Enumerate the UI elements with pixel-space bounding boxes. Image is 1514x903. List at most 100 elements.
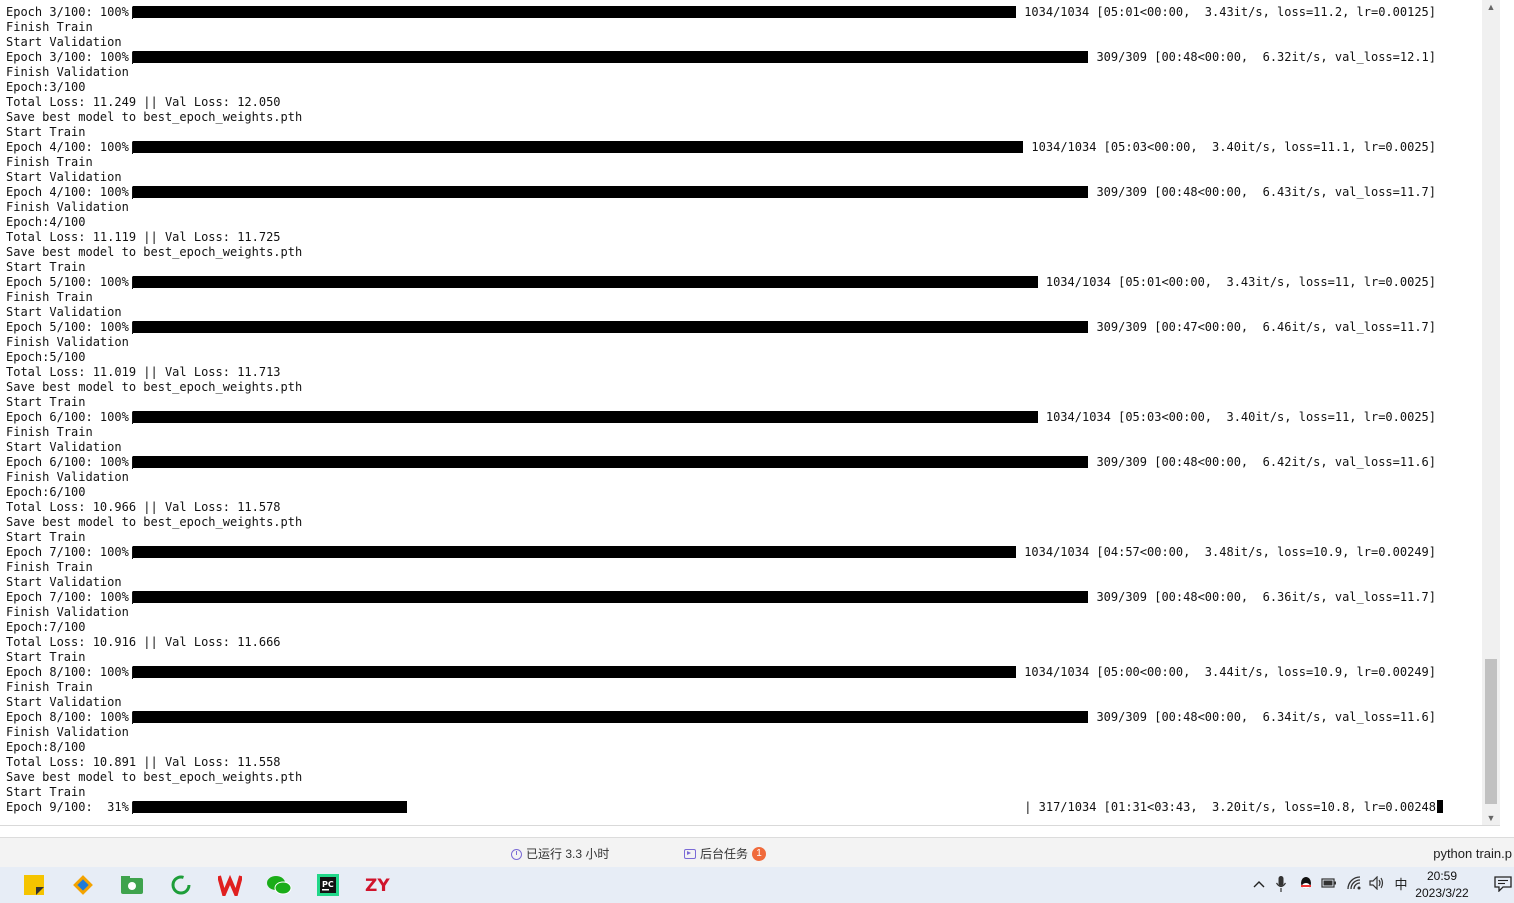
wechat-icon[interactable] (265, 871, 293, 899)
progress-stats-text: | 317/1034 [01:31<03:43, 3.20it/s, loss=… (1024, 800, 1436, 814)
progress-stats-text: 1034/1034 [05:03<00:00, 3.40it/s, loss=1… (1031, 140, 1436, 154)
log-line: Save best model to best_epoch_weights.pt… (6, 110, 303, 124)
scroll-up-arrow-icon[interactable]: ▲ (1482, 0, 1500, 14)
log-line: Start Validation (6, 170, 122, 184)
network-icon[interactable] (1346, 876, 1364, 894)
log-line: Epoch:4/100 (6, 215, 86, 229)
log-line: Finish Validation (6, 470, 129, 484)
progress-bar-fill (133, 6, 1016, 18)
zy-app-icon[interactable]: ZY (363, 871, 391, 899)
terminal-output[interactable]: Epoch 3/100: 100%| 1034/1034 [05:01<00:00… (0, 0, 1482, 825)
scroll-thumb[interactable] (1485, 659, 1497, 804)
progress-bar-fill (133, 141, 1023, 153)
log-line: Save best model to best_epoch_weights.pt… (6, 770, 303, 784)
sticky-notes-icon[interactable] (20, 871, 48, 899)
refresh-ring-icon[interactable] (167, 871, 195, 899)
progress-stats-text: 1034/1034 [05:01<00:00, 3.43it/s, loss=1… (1024, 5, 1436, 19)
progress-bar-fill (133, 591, 1088, 603)
show-hidden-icons-chevron-icon[interactable] (1252, 876, 1266, 894)
microphone-icon[interactable] (1274, 876, 1288, 894)
progress-stats: 309/309 [00:48<00:00, 6.43it/s, val_loss… (1096, 185, 1436, 200)
taskbar: PC ZY 中 20:59 2023/3/22 (0, 867, 1514, 903)
progress-stats: | 317/1034 [01:31<03:43, 3.20it/s, loss=… (1024, 800, 1443, 815)
log-line: Epoch:5/100 (6, 350, 86, 364)
tasks-count-badge: 1 (752, 847, 767, 861)
progress-stats: 1034/1034 [05:03<00:00, 3.40it/s, loss=1… (1046, 410, 1436, 425)
progress-stats-text: 309/309 [00:48<00:00, 6.36it/s, val_loss… (1096, 590, 1436, 604)
log-line: Finish Validation (6, 65, 129, 79)
progress-bar-fill (133, 546, 1016, 558)
progress-prefix: Epoch 8/100: 100%| (6, 710, 137, 724)
progress-bar-fill (133, 711, 1088, 723)
progress-stats: 1034/1034 [04:57<00:00, 3.48it/s, loss=1… (1024, 545, 1436, 560)
log-line: Finish Train (6, 155, 93, 169)
log-line: Start Train (6, 530, 86, 544)
progress-bar-fill (133, 456, 1088, 468)
progress-stats-text: 1034/1034 [04:57<00:00, 3.48it/s, loss=1… (1024, 545, 1436, 559)
progress-bar-fill (133, 801, 407, 813)
progress-stats: 1034/1034 [05:03<00:00, 3.40it/s, loss=1… (1031, 140, 1436, 155)
progress-bar-fill (133, 411, 1038, 423)
background-tasks-label: 后台任务 (700, 847, 749, 861)
progress-stats-text: 309/309 [00:47<00:00, 6.46it/s, val_loss… (1096, 320, 1436, 334)
log-line: Finish Train (6, 560, 93, 574)
log-line: Save best model to best_epoch_weights.pt… (6, 515, 303, 529)
system-clock[interactable]: 20:59 2023/3/22 (1406, 868, 1478, 902)
progress-stats-text: 309/309 [00:48<00:00, 6.32it/s, val_loss… (1096, 50, 1436, 64)
progress-stats: 1034/1034 [05:00<00:00, 3.44it/s, loss=1… (1024, 665, 1436, 680)
log-line: Start Train (6, 650, 86, 664)
clock-time: 20:59 (1426, 869, 1458, 883)
vertical-scrollbar[interactable]: ▲ ▼ (1482, 0, 1500, 825)
window-edge (1500, 0, 1514, 840)
log-line: Start Validation (6, 440, 122, 454)
log-line: Finish Validation (6, 200, 129, 214)
battery-icon[interactable] (1320, 876, 1338, 894)
scroll-down-arrow-icon[interactable]: ▼ (1482, 811, 1500, 825)
volume-icon[interactable] (1368, 875, 1386, 894)
pycharm-icon[interactable]: PC (314, 871, 342, 899)
log-line: Start Validation (6, 575, 122, 589)
background-tasks[interactable]: 后台任务 1 (684, 846, 767, 862)
progress-prefix: Epoch 7/100: 100%| (6, 590, 137, 604)
progress-prefix: Epoch 6/100: 100%| (6, 455, 137, 469)
log-line: Total Loss: 10.916 || Val Loss: 11.666 (6, 635, 281, 649)
log-line: Save best model to best_epoch_weights.pt… (6, 380, 303, 394)
progress-stats: 309/309 [00:48<00:00, 6.34it/s, val_loss… (1096, 710, 1436, 725)
log-line: Finish Validation (6, 725, 129, 739)
log-line: Total Loss: 10.891 || Val Loss: 11.558 (6, 755, 281, 769)
status-bar: 已运行 3.3 小时 后台任务 1 python train.p (0, 837, 1514, 868)
log-line: Start Train (6, 785, 86, 799)
log-line: Epoch:8/100 (6, 740, 86, 754)
log-line: Start Validation (6, 35, 122, 49)
log-line: Epoch:7/100 (6, 620, 86, 634)
log-line: Total Loss: 11.119 || Val Loss: 11.725 (6, 230, 281, 244)
progress-bar-fill (133, 666, 1016, 678)
progress-stats: 309/309 [00:48<00:00, 6.36it/s, val_loss… (1096, 590, 1436, 605)
log-line: Total Loss: 11.249 || Val Loss: 12.050 (6, 95, 281, 109)
progress-prefix: Epoch 5/100: 100%| (6, 320, 137, 334)
git-icon[interactable] (69, 871, 97, 899)
notification-center-icon[interactable] (1494, 876, 1512, 893)
qq-icon[interactable] (1298, 876, 1314, 894)
progress-stats: 309/309 [00:48<00:00, 6.32it/s, val_loss… (1096, 50, 1436, 65)
log-line: Start Validation (6, 305, 122, 319)
log-line: Finish Train (6, 680, 93, 694)
progress-stats-text: 1034/1034 [05:03<00:00, 3.40it/s, loss=1… (1045, 410, 1436, 424)
progress-stats-text: 309/309 [00:48<00:00, 6.43it/s, val_loss… (1096, 185, 1436, 199)
clock-date: 2023/3/22 (1415, 886, 1469, 900)
progress-stats: 1034/1034 [05:01<00:00, 3.43it/s, loss=1… (1024, 5, 1436, 20)
progress-stats: 309/309 [00:47<00:00, 6.46it/s, val_loss… (1096, 320, 1436, 335)
log-line: Total Loss: 11.019 || Val Loss: 11.713 (6, 365, 281, 379)
progress-prefix: Epoch 3/100: 100%| (6, 5, 137, 19)
progress-prefix: Epoch 4/100: 100%| (6, 185, 137, 199)
runtime-status[interactable]: 已运行 3.3 小时 (511, 846, 609, 862)
progress-prefix: Epoch 7/100: 100%| (6, 545, 137, 559)
log-line: Finish Train (6, 290, 93, 304)
progress-prefix: Epoch 9/100: 31%| (6, 800, 137, 814)
progress-stats-text: 309/309 [00:48<00:00, 6.34it/s, val_loss… (1096, 710, 1436, 724)
log-line: Start Validation (6, 695, 122, 709)
log-line: Save best model to best_epoch_weights.pt… (6, 245, 303, 259)
wps-office-icon[interactable] (216, 871, 244, 899)
file-manager-icon[interactable] (118, 871, 146, 899)
progress-prefix: Epoch 5/100: 100%| (6, 275, 137, 289)
